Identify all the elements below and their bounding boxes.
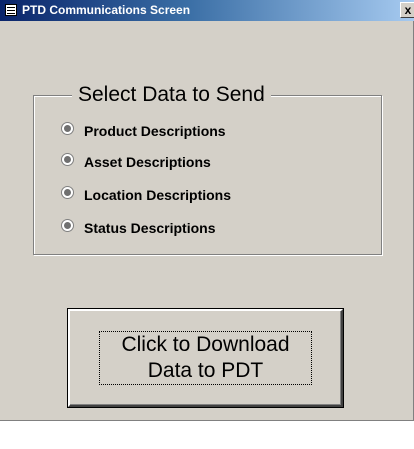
option-product-descriptions[interactable]: Product Descriptions [61, 121, 226, 141]
option-label: Product Descriptions [84, 123, 226, 139]
form-icon [5, 4, 17, 16]
download-button-label-line2: Data to PDT [147, 359, 264, 382]
option-asset-descriptions[interactable]: Asset Descriptions [61, 152, 211, 172]
radio-button-icon[interactable] [61, 185, 74, 199]
download-button[interactable]: Click to Download Data to PDT [68, 309, 343, 407]
focus-rectangle: Click to Download Data to PDT [99, 331, 312, 385]
radio-button-icon[interactable] [61, 218, 74, 232]
radio-button-icon[interactable] [61, 152, 74, 166]
option-status-descriptions[interactable]: Status Descriptions [61, 218, 215, 238]
download-button-label-line1: Click to Download [121, 333, 290, 356]
radio-button-icon[interactable] [61, 121, 74, 135]
close-button[interactable]: x [400, 2, 414, 18]
ptd-communications-window: PTD Communications Screen x Select Data … [0, 0, 414, 421]
window-title: PTD Communications Screen [22, 3, 191, 17]
option-location-descriptions[interactable]: Location Descriptions [61, 185, 231, 205]
option-label: Asset Descriptions [84, 154, 211, 170]
title-bar[interactable]: PTD Communications Screen x [0, 0, 414, 21]
option-label: Status Descriptions [84, 220, 216, 236]
option-label: Location Descriptions [84, 187, 232, 203]
group-label: Select Data to Send [72, 83, 271, 107]
